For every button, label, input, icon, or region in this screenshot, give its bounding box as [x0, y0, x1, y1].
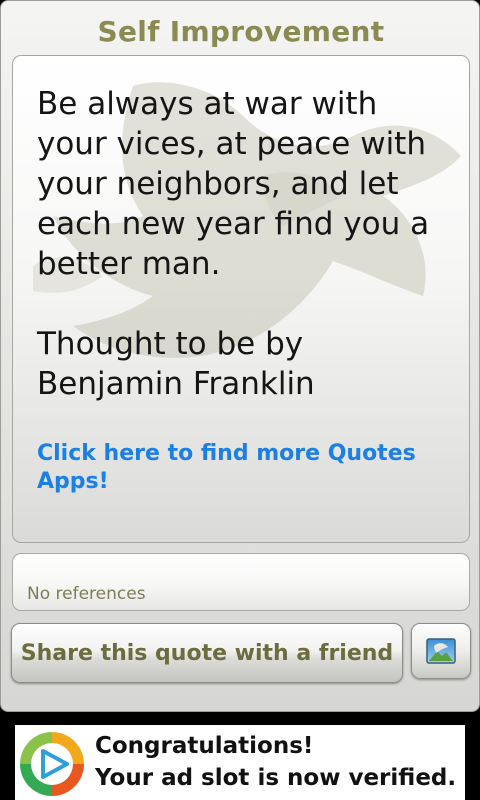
more-quotes-apps-link[interactable]: Click here to find more Quotes Apps!	[37, 440, 437, 496]
references-box: No references	[12, 553, 470, 611]
ad-headline: Congratulations!	[95, 733, 314, 759]
share-quote-button[interactable]: Share this quote with a friend	[11, 623, 403, 683]
quote-author: Thought to be by Benjamin Franklin	[37, 326, 315, 402]
app-title: Self Improvement	[97, 15, 385, 48]
ad-banner[interactable]: Congratulations! Your ad slot is now ver…	[15, 725, 465, 800]
quote-card: Be always at war with your vices, at pea…	[12, 55, 470, 543]
ad-subline: Your ad slot is now verified.	[95, 765, 457, 791]
share-quote-label: Share this quote with a friend	[20, 640, 394, 666]
image-button[interactable]	[411, 623, 471, 679]
play-logo-icon	[20, 732, 84, 796]
app-frame: Self Improvement Be always at war with y…	[0, 0, 480, 712]
references-text: No references	[27, 584, 146, 604]
quote-text: Be always at war with your vices, at pea…	[37, 86, 439, 282]
image-icon	[426, 638, 456, 664]
